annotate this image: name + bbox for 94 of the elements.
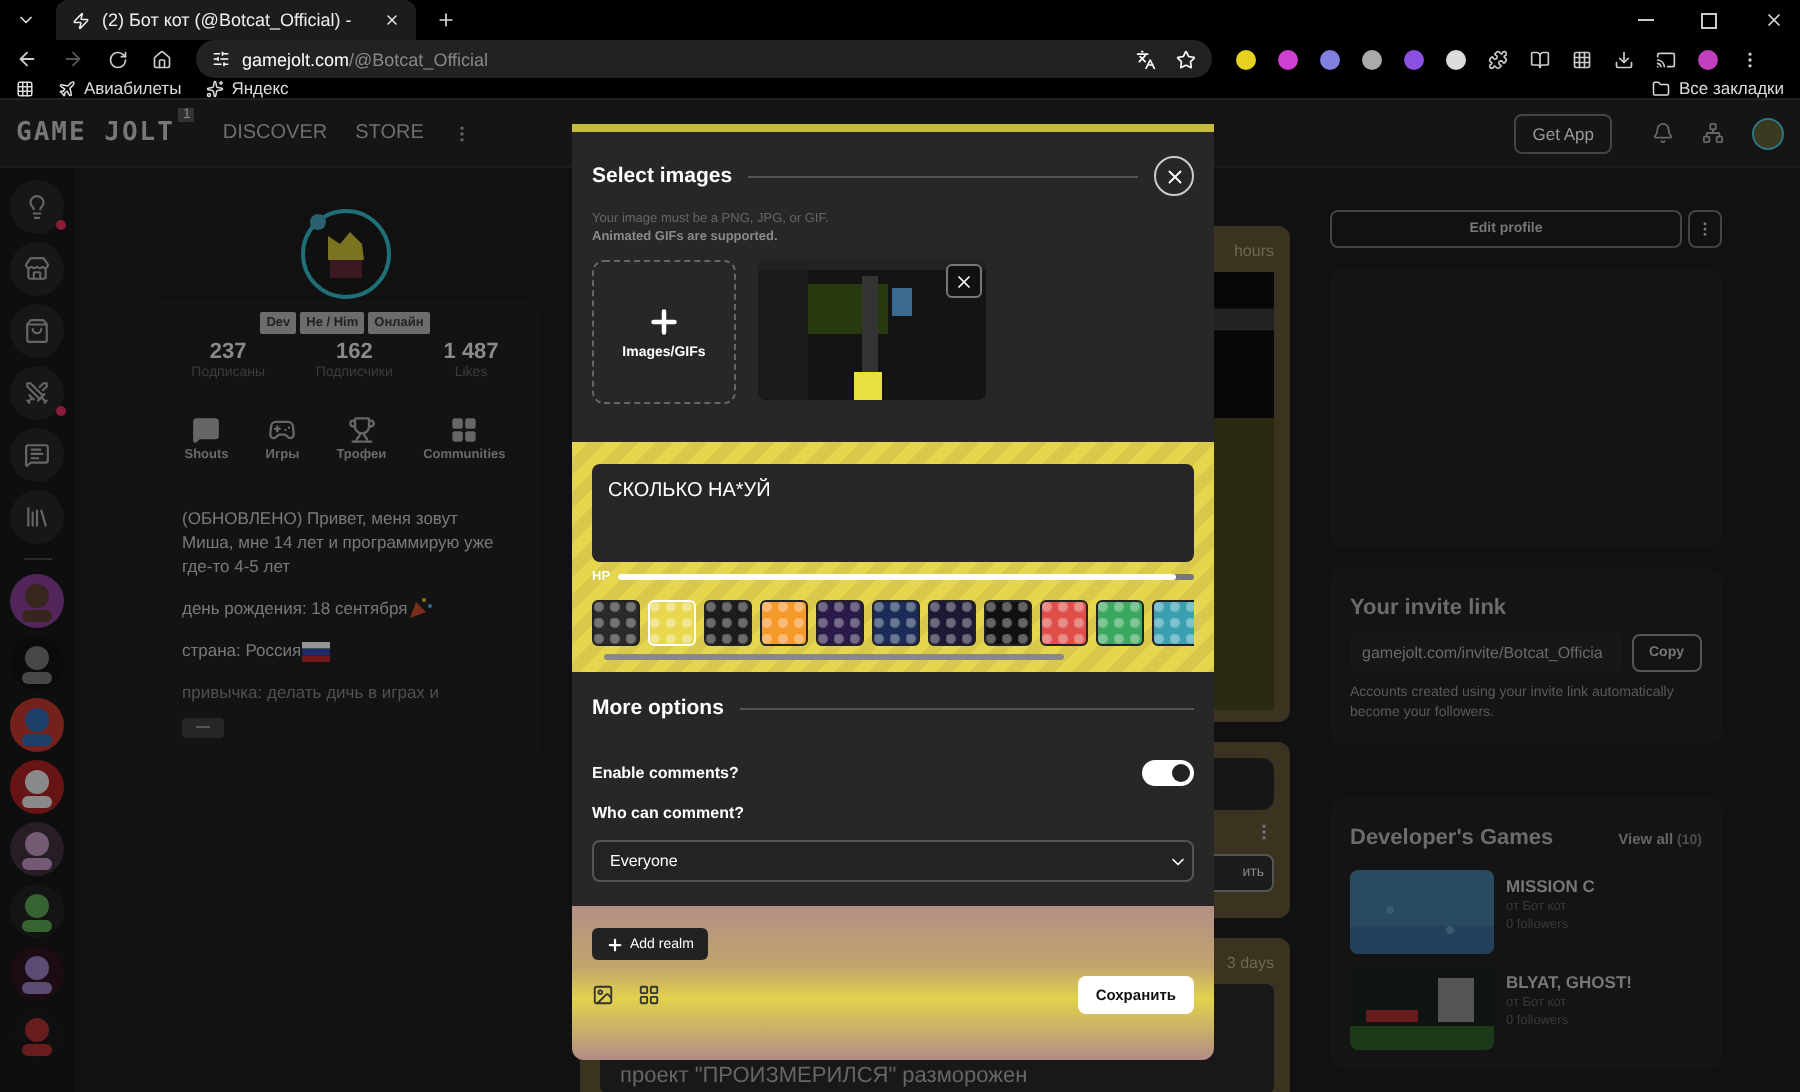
scrollbar[interactable] (604, 654, 1064, 660)
store-icon (24, 256, 50, 282)
swords-icon (24, 380, 50, 406)
background-swatch[interactable] (872, 600, 920, 646)
card-title: Your invite link (1350, 596, 1509, 620)
plus-icon (606, 935, 624, 953)
sidebar-button[interactable] (10, 428, 64, 482)
plus-icon (646, 304, 682, 340)
game-title[interactable]: BLYAT, GHOST! (1506, 972, 1632, 992)
background-swatch[interactable] (816, 600, 864, 646)
stat-value: 237 (209, 340, 247, 364)
grid-icon[interactable] (638, 984, 660, 1006)
address-field[interactable]: gamejolt.com/@Botcat_Official (196, 40, 1212, 78)
logo[interactable]: GAME JOLT (16, 118, 175, 148)
bio-text: страна: Россия (182, 638, 302, 662)
folder-icon (1652, 79, 1671, 97)
browser-tab[interactable]: (2) Бот кот (@Botcat_Official) - (56, 0, 416, 40)
background-swatch[interactable] (760, 600, 808, 646)
close-button[interactable] (1154, 156, 1194, 196)
background-swatch[interactable] (592, 600, 640, 646)
game-title[interactable]: MISSION C (1506, 876, 1595, 896)
download-icon[interactable] (1614, 49, 1634, 69)
chat-icon (24, 442, 50, 468)
all-bookmarks[interactable]: Все закладки (1652, 78, 1784, 98)
stat-value: 162 (335, 340, 373, 364)
plane-icon (58, 79, 76, 97)
bag-icon (24, 318, 50, 344)
qr-icon[interactable] (1572, 49, 1592, 69)
minus-icon (196, 726, 210, 730)
comments-toggle[interactable] (1142, 760, 1194, 786)
bio-text: привычка: делать дичь в играх и (182, 680, 440, 704)
stat-value: 1 487 (443, 340, 499, 364)
remove-image-button[interactable] (946, 264, 982, 298)
background-swatch[interactable] (928, 600, 976, 646)
option-label: Who can comment? (592, 804, 747, 822)
reading-list-icon[interactable] (1530, 49, 1550, 69)
close-icon[interactable] (1764, 10, 1784, 30)
close-icon (954, 271, 974, 291)
background-swatch[interactable] (1040, 600, 1088, 646)
get-app-button[interactable]: Get App (1514, 113, 1612, 153)
image-icon[interactable] (592, 984, 614, 1006)
sidebar-button[interactable] (10, 180, 64, 234)
back-icon[interactable] (16, 48, 38, 70)
reload-icon[interactable] (108, 49, 128, 69)
cast-icon[interactable] (1656, 49, 1676, 69)
lightning-icon (72, 11, 90, 29)
restore-icon[interactable] (1700, 10, 1720, 30)
extension-icon[interactable] (1362, 49, 1382, 69)
card-title: Developer's Games (1350, 826, 1554, 850)
new-tab-icon[interactable] (436, 10, 456, 30)
sidebar-button[interactable] (10, 304, 64, 358)
bio-text: день рождения: 18 сентября (182, 596, 408, 620)
trophy-icon (347, 416, 376, 444)
sidebar-button[interactable] (10, 366, 64, 420)
bookmark[interactable]: Яндекс (205, 78, 289, 98)
party-popper-icon (407, 596, 432, 620)
option-label: Enable comments? (592, 764, 739, 782)
comment-permission-select[interactable]: Everyone (592, 840, 1194, 882)
bell-icon[interactable] (1652, 122, 1674, 144)
forward-icon[interactable] (62, 48, 84, 70)
background-swatch[interactable] (1096, 600, 1144, 646)
background-swatch[interactable] (704, 600, 752, 646)
grid-icon (450, 416, 479, 444)
translate-icon[interactable] (1136, 49, 1156, 69)
nav-link[interactable]: DISCOVER (222, 122, 328, 144)
background-swatch[interactable] (1152, 600, 1194, 646)
nav-link[interactable]: STORE (355, 122, 424, 144)
home-icon[interactable] (152, 49, 172, 69)
close-icon (1163, 165, 1185, 187)
bookmark[interactable]: Авиабилеты (58, 78, 182, 98)
user-avatar[interactable] (1752, 117, 1784, 149)
star-icon[interactable] (1176, 49, 1196, 69)
puzzle-icon[interactable] (1488, 49, 1508, 69)
network-icon[interactable] (1702, 122, 1724, 144)
bio-text: (ОБНОВЛЕНО) Привет, меня зовут Миша, мне 14 лет и программирую уже где-то 4-5 лет (182, 506, 496, 578)
lightbulb-icon (24, 194, 50, 220)
library-icon (24, 504, 50, 530)
background-swatch[interactable] (984, 600, 1032, 646)
section-title: More options (592, 696, 724, 720)
modal-title: Select images (592, 164, 733, 188)
site-settings-icon[interactable] (212, 50, 230, 68)
sparkle-icon (205, 79, 224, 97)
extension-icon[interactable] (1320, 49, 1340, 69)
profile-icon[interactable] (1698, 49, 1718, 69)
sidebar-button[interactable] (10, 490, 64, 544)
extension-icon[interactable] (1236, 49, 1256, 69)
apps-icon[interactable] (16, 79, 34, 97)
speech-bubble-icon (192, 416, 221, 444)
close-icon[interactable] (384, 12, 400, 28)
content-field[interactable]: СКОЛЬКО НА*УЙ (592, 464, 1194, 562)
extension-icon[interactable] (1446, 49, 1466, 69)
flag-icon (301, 642, 330, 662)
sidebar-button[interactable] (10, 242, 64, 296)
gamepad-icon (268, 416, 297, 444)
